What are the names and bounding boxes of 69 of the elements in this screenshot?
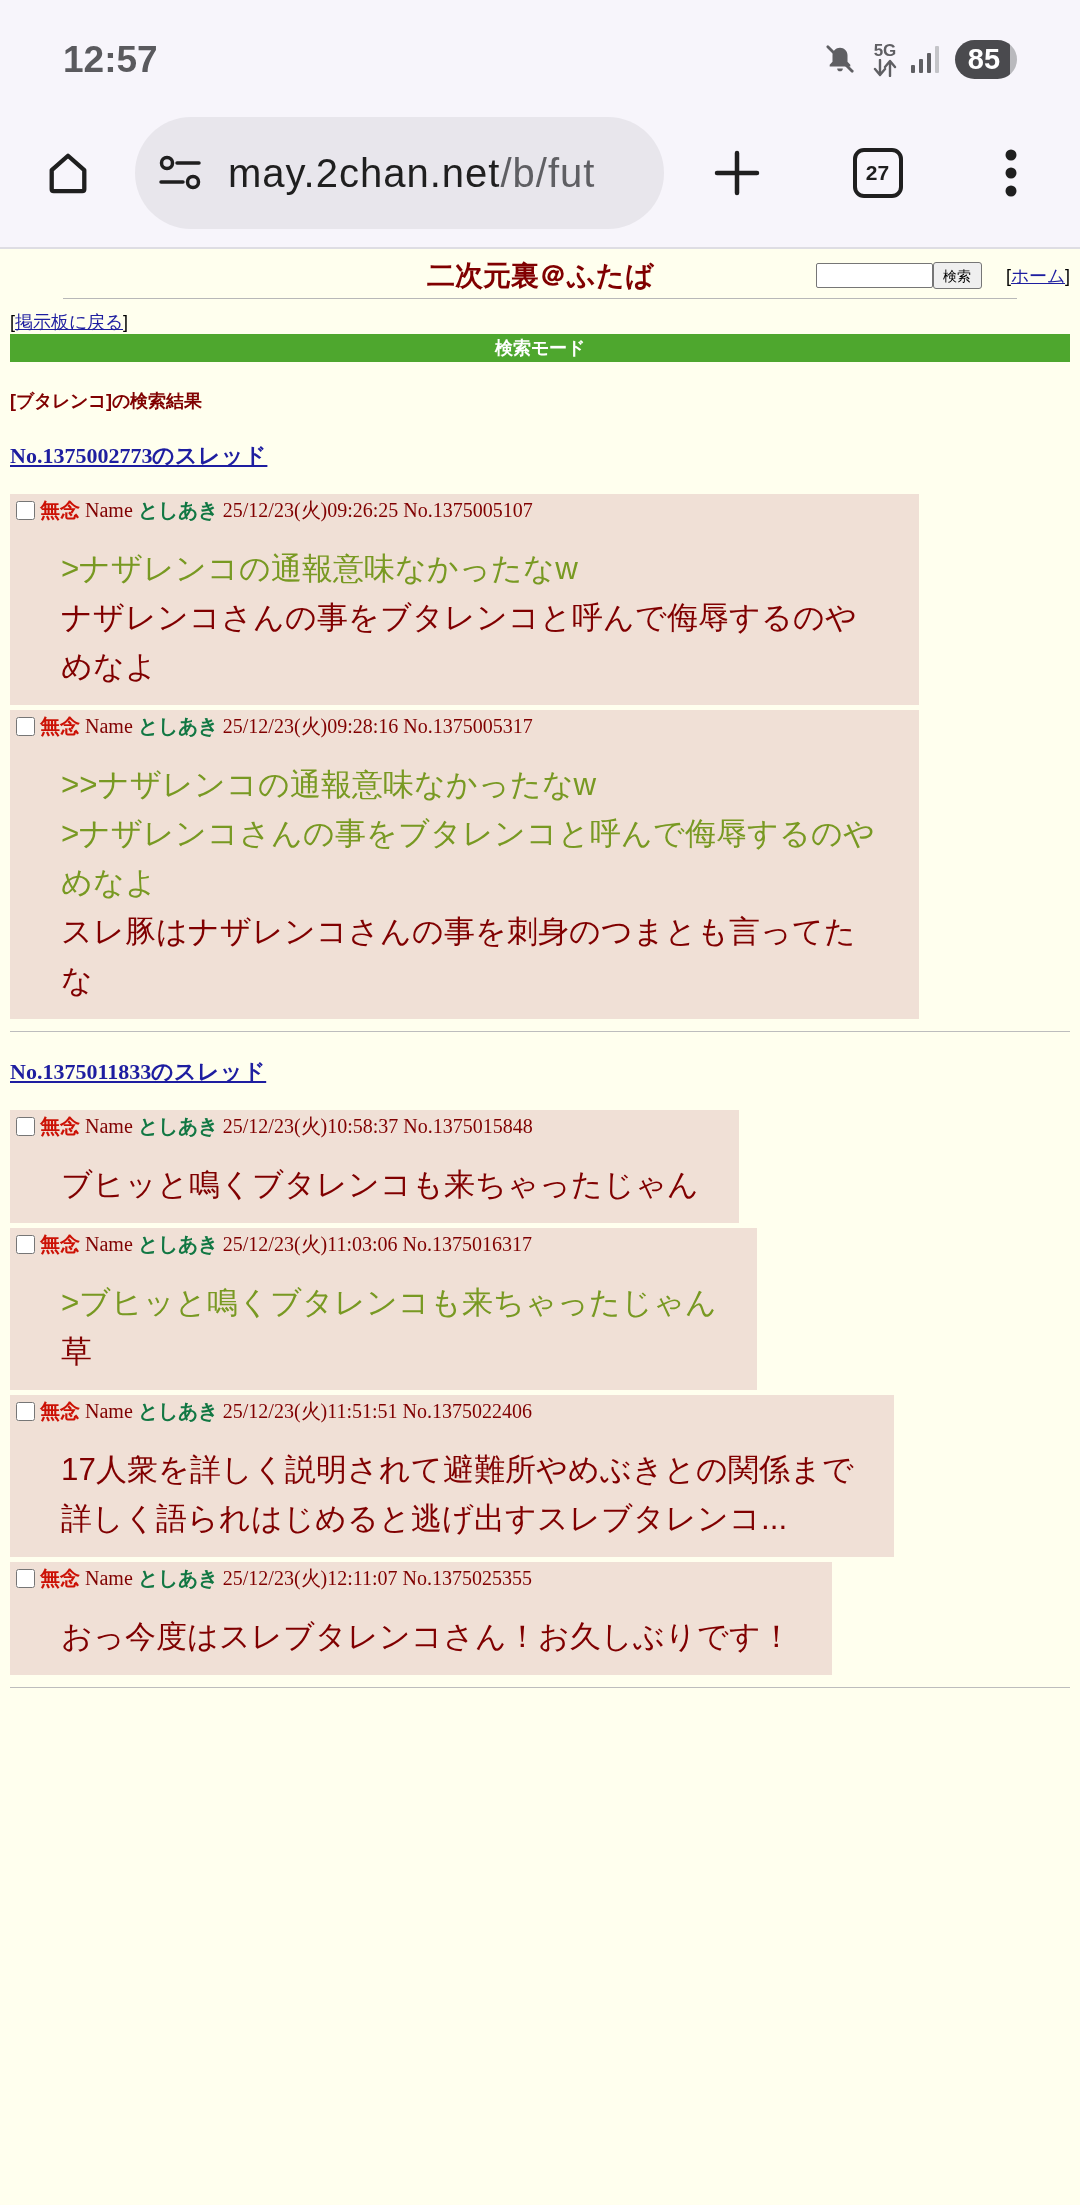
post-date: 25/12/23(火)09:28:16 [222, 714, 399, 738]
post-checkbox[interactable] [16, 1234, 35, 1254]
subject-text: 無念 [40, 1566, 80, 1590]
post-checkbox[interactable] [16, 500, 35, 520]
poster-name: としあき [137, 1232, 218, 1256]
board-title: 二次元裏＠ふたば [426, 259, 654, 293]
post-checkbox[interactable] [16, 716, 35, 736]
search-mode-bar: 検索モード [10, 334, 1070, 362]
comment-text: ブヒッと鳴くブタレンコも来ちゃったじゃん [61, 1166, 699, 1204]
comment-text: おっ今度はスレブタレンコさん！お久しぶりです！ [61, 1618, 792, 1656]
comment-text: 草 [61, 1333, 93, 1371]
post-date: 25/12/23(火)11:03:06 [222, 1232, 398, 1256]
quote-text: >>ナザレンコの通報意味なかったなw [61, 766, 598, 804]
poster-name: としあき [137, 1399, 218, 1423]
post-checkbox[interactable] [16, 1401, 35, 1421]
battery-indicator: 85 [955, 39, 1017, 79]
home-link[interactable]: ホーム [1011, 265, 1065, 286]
name-label: Name [85, 714, 133, 738]
search-result-heading: [ブタレンコ]の検索結果 [10, 390, 203, 413]
name-label: Name [85, 1114, 133, 1138]
comment-text: ナザレンコさんの事をブタレンコと呼んで侮辱するのやめなよ [61, 599, 858, 686]
quote-text: >ブヒッと鳴くブタレンコも来ちゃったじゃん [61, 1284, 718, 1322]
subject-text: 無念 [40, 1114, 80, 1138]
post-number: No.1375005107 [403, 498, 533, 522]
subject-text: 無念 [40, 498, 80, 522]
tab-switcher-button[interactable]: 27 [852, 147, 903, 198]
subject-text: 無念 [40, 1399, 80, 1423]
poster-name: としあき [137, 498, 218, 522]
network-type-text: 5G [873, 41, 897, 59]
post-checkbox[interactable] [16, 1568, 35, 1588]
comment-text: 詳しく語られはじめると逃げ出すスレブタレンコ... [61, 1500, 789, 1538]
post-number: No.1375005317 [403, 714, 533, 738]
menu-icon[interactable] [1003, 148, 1019, 197]
address-bar[interactable]: may.2chan.net/b/fut [135, 116, 664, 229]
quote-text: >ナザレンコさんの事をブタレンコと呼んで侮辱するのやめなよ [61, 815, 877, 902]
subject-text: 無念 [40, 714, 80, 738]
home-link-text: [ホーム] [1005, 264, 1070, 288]
post-date: 25/12/23(火)11:51:51 [222, 1399, 398, 1423]
post-checkbox[interactable] [16, 1116, 35, 1136]
quote-text: >ナザレンコの通報意味なかったなw [61, 550, 579, 588]
signal-icon [911, 45, 939, 73]
data-arrows-icon [873, 58, 897, 77]
muted-bell-icon [825, 43, 855, 75]
name-label: Name [85, 1399, 133, 1423]
post-date: 25/12/23(火)12:11:07 [222, 1566, 398, 1590]
thread-link[interactable]: No.1375002773のスレッド [10, 443, 268, 468]
comment-text: スレ豚はナザレンコさんの事を刺身のつまとも言ってたな [61, 913, 857, 1000]
poster-name: としあき [137, 714, 218, 738]
status-time: 12:57 [63, 40, 158, 78]
thread-link[interactable]: No.1375011833のスレッド [10, 1059, 267, 1084]
post-number: No.1375022406 [402, 1399, 533, 1423]
post-number: No.1375015848 [403, 1114, 533, 1138]
plus-icon[interactable] [714, 149, 760, 196]
poster-name: としあき [137, 1566, 218, 1590]
post-number: No.1375025355 [402, 1566, 533, 1590]
back-to-board-link[interactable]: 掲示板に戻る [15, 312, 123, 332]
search-field[interactable] [815, 263, 933, 288]
poster-name: としあき [137, 1114, 218, 1138]
name-label: Name [85, 1566, 133, 1590]
subject-text: 無念 [40, 1232, 80, 1256]
search-button[interactable]: 検索 [932, 262, 982, 289]
post-date: 25/12/23(火)10:58:37 [222, 1114, 399, 1138]
comment-text: 17人衆を詳しく説明されて避難所やめぶきとの関係まで [61, 1451, 854, 1489]
post-number: No.1375016317 [402, 1232, 533, 1256]
name-label: Name [85, 498, 133, 522]
name-label: Name [85, 1232, 133, 1256]
back-link-text: [掲示板に戻る] [10, 311, 130, 334]
post-date: 25/12/23(火)09:26:25 [222, 498, 399, 522]
sliders-icon[interactable] [159, 155, 201, 190]
